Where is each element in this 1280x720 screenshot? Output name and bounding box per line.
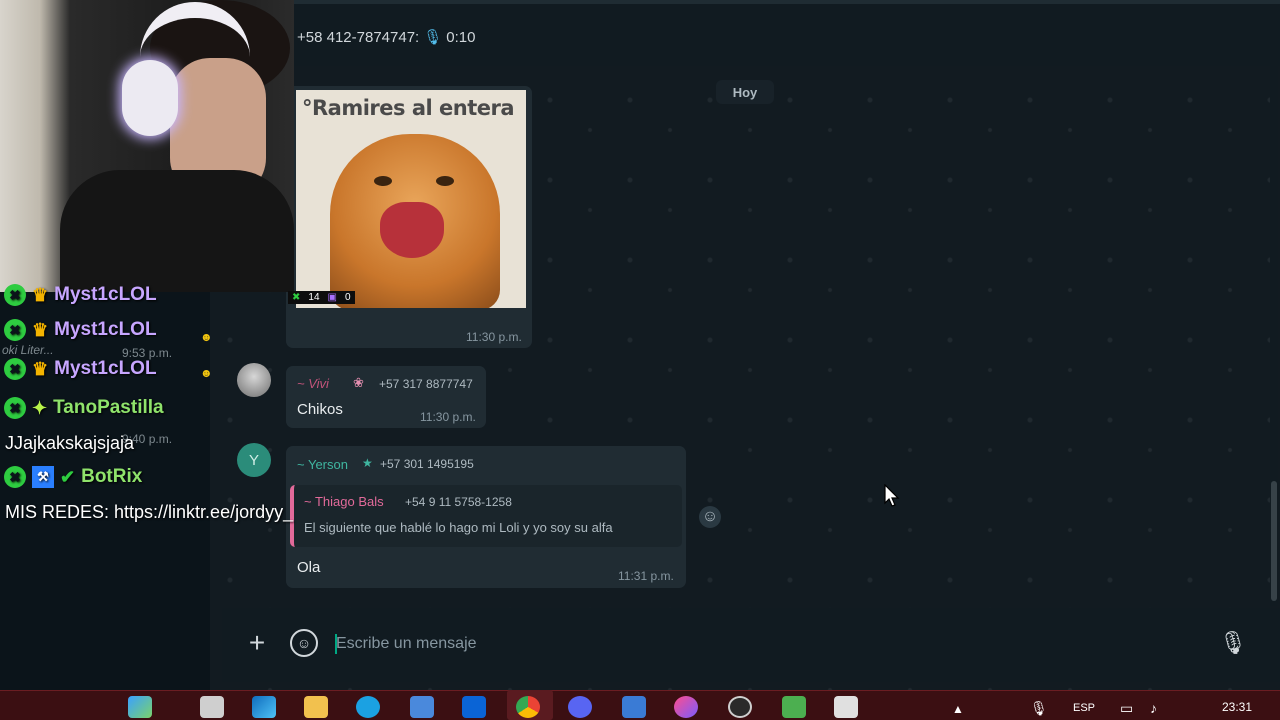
kick-badge-icon: ✖ [4, 397, 26, 419]
kick-badge-icon: ✖ [4, 466, 26, 488]
chat-username: Myst1cLOL [54, 358, 157, 379]
chevron-up-icon[interactable]: ▲ [952, 702, 966, 716]
stream-chat-row: ✖ ✦ TanoPastilla [4, 397, 164, 419]
store-icon[interactable] [410, 696, 434, 718]
app-icon[interactable] [782, 696, 806, 718]
chat-username: TanoPastilla [53, 397, 164, 418]
stream-chat-row: ✖ ⚒ ✔ BotRix [4, 466, 142, 488]
moderator-sword-icon: ⚒ [32, 466, 54, 488]
lotus-emoji-icon: ❀ [353, 375, 364, 390]
stream-chat-row: ✖ ♛ Myst1cLOL [4, 358, 157, 380]
message-time: 11:31 p.m. [618, 569, 674, 583]
emote-icon: ☻ [200, 330, 213, 344]
widgets-icon[interactable] [128, 696, 152, 718]
chat-username: Myst1cLOL [54, 319, 157, 340]
stream-chat-message: MIS REDES: https://linktr.ee/jordyy_ [5, 502, 294, 522]
message-time: 11:30 p.m. [466, 330, 522, 344]
emoji-reaction-icon[interactable]: ☺ [699, 506, 721, 528]
mouse-cursor-icon [884, 484, 900, 507]
copilot-icon[interactable] [252, 696, 276, 718]
message-input[interactable] [334, 626, 1194, 662]
stream-chat-message: JJajkakskajsjaja [5, 433, 135, 453]
sparkle-icon: ✦ [32, 397, 48, 418]
app-icon[interactable] [834, 696, 858, 718]
viewer-counter: ✖ 14 ▣ 0 [288, 291, 355, 304]
sender-name[interactable]: ~ Yerson [297, 457, 348, 472]
chat-scrollbar[interactable] [1270, 66, 1278, 606]
task-view-icon[interactable] [200, 696, 224, 718]
faint-overlay-text: oki Liter... [2, 343, 54, 357]
stream-chat-row: ✖ ♛ Myst1cLOL [4, 284, 157, 306]
message-text: Chikos [297, 401, 343, 418]
headset-icon [122, 60, 178, 136]
discord-icon[interactable] [568, 696, 592, 718]
kick-badge-icon: ✖ [4, 319, 26, 341]
chat-username: Myst1cLOL [54, 284, 157, 305]
message-text: Ola [297, 559, 321, 576]
chat-username: BotRix [81, 466, 143, 487]
day-divider: Hoy [716, 80, 774, 104]
message-time: 11:30 p.m. [420, 410, 476, 424]
star-icon: ★ [362, 456, 373, 470]
language-indicator[interactable]: ESP [1073, 702, 1095, 714]
text-caret [335, 634, 337, 654]
network-icon[interactable]: ▭ [1120, 700, 1140, 718]
crown-icon: ♛ [32, 319, 49, 340]
mic-icon: 🎙 [423, 29, 443, 46]
crown-icon: ♛ [32, 358, 49, 379]
volume-icon[interactable]: ♪ [1150, 700, 1170, 718]
meme-image[interactable]: °Ramires al entera [296, 90, 526, 308]
attach-plus-icon[interactable]: + [244, 629, 270, 657]
kick-badge-icon: ✖ [4, 284, 26, 306]
verified-icon: ✔ [60, 466, 76, 487]
notepad-icon[interactable] [622, 696, 646, 718]
sender-name[interactable]: ~ Vivi [297, 376, 329, 391]
quoted-sender: ~ Thiago Bals [304, 494, 384, 509]
avatar[interactable]: Y [237, 443, 271, 477]
mic-tray-icon[interactable]: 🎙 [1030, 700, 1048, 718]
mic-icon[interactable]: 🎙 [1219, 628, 1247, 658]
meme-caption: °Ramires al entera [302, 96, 515, 120]
chrome-icon[interactable] [516, 696, 540, 718]
file-explorer-icon[interactable] [304, 696, 328, 718]
kick-badge-icon: ✖ [4, 358, 26, 380]
taskbar-clock[interactable]: 23:31 [1222, 700, 1252, 714]
sticker-icon[interactable]: ☺ [290, 629, 318, 657]
app-icon[interactable] [674, 696, 698, 718]
webcam-overlay [0, 0, 294, 292]
voice-note-preview[interactable]: +58 412-7874747: 🎙 0:10 [297, 28, 476, 47]
stream-chat-row: ✖ ♛ Myst1cLOL [4, 319, 157, 341]
sender-phone: +57 301 1495195 [380, 457, 474, 471]
crown-icon: ♛ [32, 284, 49, 305]
emote-icon: ☻ [200, 366, 213, 380]
quoted-text: El siguiente que hablé lo hago mi Loli y… [304, 520, 613, 535]
avatar[interactable] [237, 363, 271, 397]
scrollbar-thumb[interactable] [1271, 481, 1277, 601]
sender-phone: +57 317 8877747 [379, 377, 473, 391]
outlook-icon[interactable] [462, 696, 486, 718]
voice-sender: +58 412-7874747: [297, 28, 420, 46]
quoted-phone: +54 9 11 5758-1258 [405, 495, 512, 509]
voice-duration: 0:10 [446, 28, 476, 46]
screen: +58 412-7874747: 🎙 0:10 Hoy °Ramires al … [0, 0, 1280, 720]
obs-icon[interactable] [728, 696, 752, 718]
edge-icon[interactable] [356, 696, 380, 718]
